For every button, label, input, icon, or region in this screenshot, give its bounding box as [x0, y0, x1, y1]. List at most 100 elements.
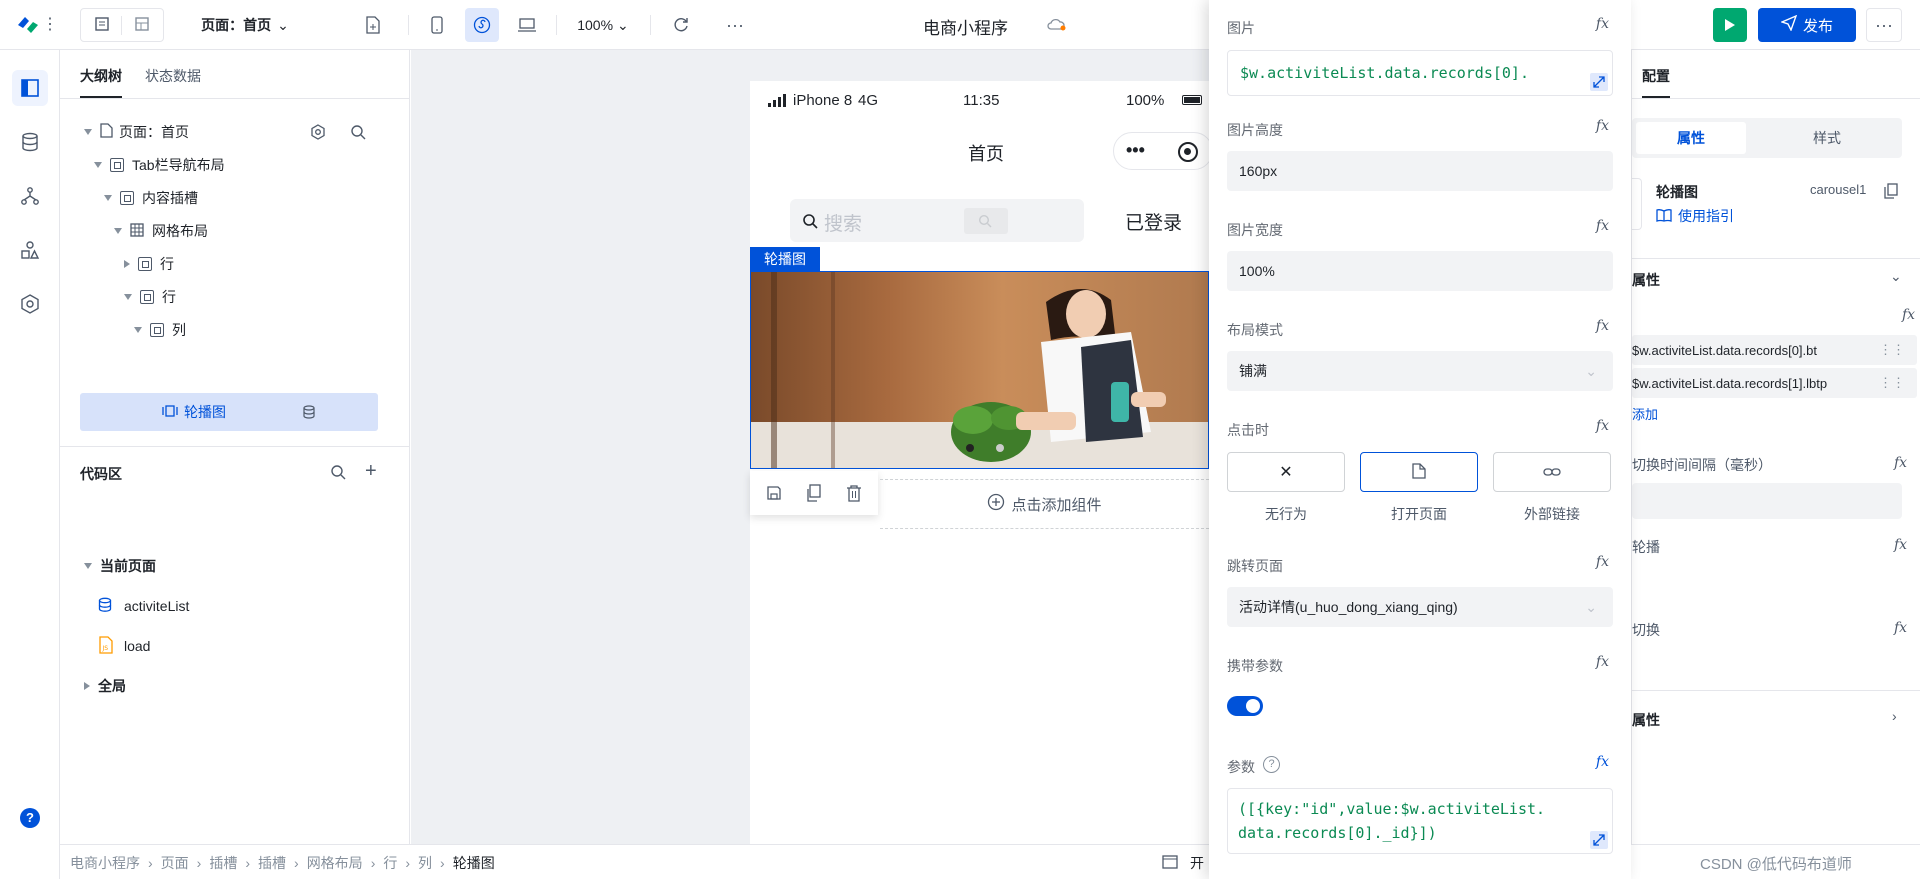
- carousel-item-row[interactable]: $w.activiteList.data.records[1].lbtp ⋮⋮: [1632, 368, 1917, 398]
- delete-icon[interactable]: [846, 484, 862, 505]
- add-item-link[interactable]: 添加: [1632, 404, 1658, 423]
- more-dots-icon[interactable]: •••: [1126, 140, 1145, 161]
- page-settings-icon[interactable]: [310, 124, 326, 143]
- interval-input[interactable]: [1632, 483, 1902, 519]
- save-icon[interactable]: [766, 485, 782, 504]
- code-current-page[interactable]: 当前页面: [80, 549, 380, 583]
- fx-icon[interactable]: fx: [1894, 537, 1907, 553]
- subtab-properties[interactable]: 属性: [1636, 122, 1746, 154]
- params-expression-field[interactable]: ([{key:"id",value:$w.activiteList. data.…: [1227, 788, 1613, 854]
- fx-icon[interactable]: fx: [1596, 754, 1609, 770]
- fx-icon[interactable]: fx: [1596, 318, 1609, 334]
- add-page-icon[interactable]: [356, 8, 390, 42]
- caret-down-icon[interactable]: [84, 563, 92, 569]
- breadcrumb-item[interactable]: 行: [383, 853, 397, 873]
- external-link-option[interactable]: [1493, 452, 1611, 492]
- breadcrumb-current[interactable]: 轮播图: [453, 853, 495, 873]
- carousel-indicator[interactable]: [966, 444, 974, 452]
- carousel-item-row[interactable]: $w.activiteList.data.records[0].bt ⋮⋮: [1632, 335, 1917, 365]
- copy-icon[interactable]: [806, 484, 822, 505]
- breadcrumb-item[interactable]: 插槽: [258, 853, 286, 873]
- layout-mode-select[interactable]: 铺满 ⌄: [1227, 351, 1613, 391]
- breadcrumb-item[interactable]: 页面: [161, 853, 189, 873]
- components-icon[interactable]: [12, 232, 48, 268]
- search-icon[interactable]: [350, 124, 366, 143]
- usage-guide-link[interactable]: 使用指引: [1656, 206, 1734, 226]
- tab-state-data[interactable]: 状态数据: [145, 66, 201, 86]
- fx-icon[interactable]: fx: [1596, 654, 1609, 670]
- breadcrumb-item[interactable]: 插槽: [209, 853, 237, 873]
- tree-node-carousel[interactable]: 轮播图: [80, 393, 378, 431]
- drag-handle-icon[interactable]: ⋮⋮: [1879, 342, 1905, 358]
- image-width-input[interactable]: 100%: [1227, 251, 1613, 291]
- caret-right-icon[interactable]: [124, 260, 130, 268]
- caret-right-icon[interactable]: [84, 682, 90, 690]
- caret-down-icon[interactable]: [84, 129, 92, 135]
- caret-down-icon[interactable]: [134, 327, 142, 333]
- more-dots-icon[interactable]: ⋮: [42, 14, 58, 34]
- outline-nav-icon[interactable]: [12, 70, 48, 106]
- help-icon[interactable]: ?: [20, 808, 40, 828]
- page-layout-icon[interactable]: [82, 15, 122, 35]
- no-action-option[interactable]: ✕: [1227, 452, 1345, 492]
- tab-outline-tree[interactable]: 大纲树: [80, 66, 122, 98]
- tree-node-column[interactable]: 列: [80, 313, 380, 347]
- caret-down-icon[interactable]: [114, 228, 122, 234]
- preview-run-button[interactable]: [1713, 8, 1747, 42]
- search-button[interactable]: [964, 208, 1008, 234]
- add-component-area[interactable]: 点击添加组件: [880, 479, 1209, 529]
- tab-config[interactable]: 配置: [1642, 66, 1670, 98]
- open-page-option[interactable]: [1360, 452, 1478, 492]
- fx-icon[interactable]: fx: [1902, 307, 1915, 323]
- code-item-load[interactable]: JS load: [80, 629, 380, 663]
- carry-params-toggle[interactable]: [1227, 696, 1263, 716]
- code-global[interactable]: 全局: [80, 669, 380, 703]
- database-icon[interactable]: [12, 124, 48, 160]
- add-icon[interactable]: +: [365, 460, 377, 483]
- refresh-icon[interactable]: [664, 8, 698, 42]
- expand-icon[interactable]: [1590, 831, 1608, 849]
- carousel-indicator[interactable]: [996, 444, 1004, 452]
- tree-node-row-1[interactable]: 行: [80, 247, 380, 281]
- more-options-button[interactable]: ···: [1866, 8, 1902, 42]
- fx-icon[interactable]: fx: [1596, 16, 1609, 32]
- mobile-view-icon[interactable]: [420, 8, 454, 42]
- copy-id-icon[interactable]: [1884, 183, 1898, 202]
- capsule-menu[interactable]: •••: [1113, 132, 1213, 170]
- fx-icon[interactable]: fx: [1596, 118, 1609, 134]
- tree-node-content-slot[interactable]: 内容插槽: [80, 181, 380, 215]
- caret-down-icon[interactable]: [94, 162, 102, 168]
- datasource-icon[interactable]: [302, 405, 316, 422]
- breadcrumb-item[interactable]: 网格布局: [307, 853, 363, 873]
- jump-page-select[interactable]: 活动详情(u_huo_dong_xiang_qing) ⌄: [1227, 587, 1613, 627]
- expand-icon[interactable]: [1590, 73, 1608, 91]
- image-expression-field[interactable]: $w.activiteList.data.records[0].: [1227, 50, 1613, 96]
- zoom-selector[interactable]: 100% ⌄: [568, 8, 638, 42]
- fx-icon[interactable]: fx: [1894, 455, 1907, 471]
- chevron-down-icon[interactable]: ⌄: [1890, 268, 1902, 285]
- drag-handle-icon[interactable]: ⋮⋮: [1879, 375, 1905, 391]
- search-box[interactable]: 搜索: [790, 199, 1084, 242]
- help-circle-icon[interactable]: ?: [1263, 756, 1280, 773]
- breadcrumb-item[interactable]: 列: [418, 853, 432, 873]
- advanced-section-title[interactable]: 属性: [1632, 710, 1660, 730]
- tree-node-row-2[interactable]: 行: [80, 280, 380, 314]
- fx-icon[interactable]: fx: [1596, 418, 1609, 434]
- carousel-banner[interactable]: [750, 271, 1209, 469]
- desktop-view-icon[interactable]: [510, 8, 544, 42]
- page-selector[interactable]: 页面：首页 ⌄: [190, 8, 300, 42]
- more-horizontal-icon[interactable]: ···: [718, 8, 752, 42]
- breadcrumb-item[interactable]: 电商小程序: [70, 853, 140, 873]
- login-status[interactable]: 已登录: [1125, 208, 1182, 235]
- chevron-right-icon[interactable]: ›: [1892, 708, 1897, 724]
- workflow-icon[interactable]: [12, 178, 48, 214]
- miniprogram-view-icon[interactable]: [465, 8, 499, 42]
- fx-icon[interactable]: fx: [1894, 620, 1907, 636]
- caret-down-icon[interactable]: [104, 195, 112, 201]
- app-logo[interactable]: [16, 14, 40, 36]
- tree-node-tabbar-layout[interactable]: Tab栏导航布局: [80, 148, 380, 182]
- dev-tools-label[interactable]: 开: [1190, 853, 1204, 873]
- settings-hexagon-icon[interactable]: [12, 286, 48, 322]
- fx-icon[interactable]: fx: [1596, 554, 1609, 570]
- caret-down-icon[interactable]: [124, 294, 132, 300]
